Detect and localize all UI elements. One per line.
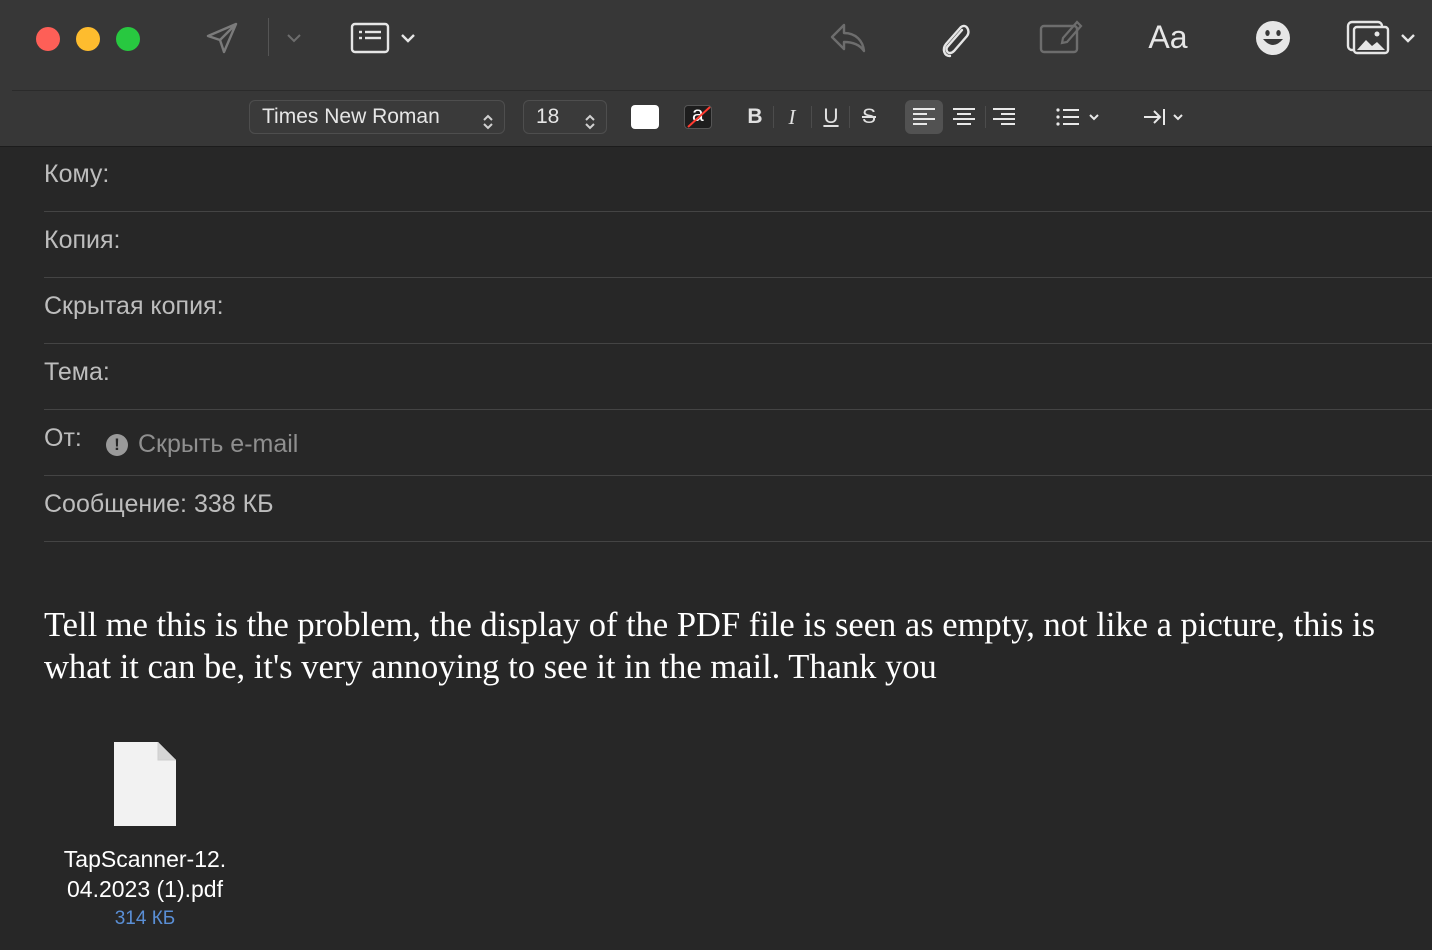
exclamation-icon: ! — [106, 433, 128, 456]
up-down-arrows-icon — [482, 109, 494, 141]
indent-icon[interactable] — [1141, 104, 1169, 130]
markup-icon[interactable] — [1038, 16, 1084, 58]
photo-browser-icon[interactable] — [1344, 16, 1392, 58]
message-body-text[interactable]: Tell me this is the problem, the display… — [44, 604, 1414, 688]
header-fields-chevron-icon[interactable] — [398, 28, 418, 48]
close-window-button[interactable] — [36, 27, 60, 51]
list-icon[interactable] — [1053, 104, 1083, 130]
align-right-icon[interactable] — [991, 104, 1017, 130]
subject-label: Тема: — [44, 358, 110, 386]
underline-button[interactable]: U — [818, 102, 844, 132]
send-icon[interactable] — [202, 18, 242, 58]
no-color-slash-icon — [687, 106, 711, 128]
format-divider — [985, 106, 986, 128]
attachment-filename-text: TapScanner-12.04.2023 (1).pdf — [63, 846, 227, 902]
to-label: Кому: — [44, 160, 110, 188]
attach-paperclip-icon[interactable] — [934, 16, 974, 60]
align-left-icon[interactable] — [911, 104, 937, 130]
toolbar-divider-line — [12, 90, 1432, 91]
send-options-chevron-icon[interactable] — [284, 28, 304, 48]
highlight-color-swatch[interactable]: a — [684, 103, 712, 129]
list-chevron-icon[interactable] — [1087, 110, 1101, 124]
from-field-row: От: ! Скрыть e-mail — [44, 410, 1432, 476]
toolbar-divider — [268, 18, 269, 56]
reply-icon[interactable] — [826, 18, 870, 58]
cc-field-row[interactable]: Копия: — [44, 212, 1432, 278]
align-center-icon[interactable] — [951, 104, 977, 130]
minimize-window-button[interactable] — [76, 27, 100, 51]
text-color-swatch[interactable] — [631, 105, 659, 129]
message-size-label: Сообщение: 338 КБ — [44, 490, 274, 518]
subject-field-row[interactable]: Тема: — [44, 344, 1432, 410]
cc-label: Копия: — [44, 226, 121, 254]
to-field-row[interactable]: Кому: — [44, 146, 1432, 212]
font-family-value: Times New Roman — [262, 105, 440, 128]
document-icon — [112, 740, 178, 833]
attachment-size: 314 КБ — [114, 908, 176, 929]
font-size-value: 18 — [536, 105, 560, 128]
indent-chevron-icon[interactable] — [1171, 110, 1185, 124]
format-divider — [811, 106, 812, 128]
bcc-field-row[interactable]: Скрытая копия: — [44, 278, 1432, 344]
font-size-select[interactable]: 18 — [523, 100, 607, 134]
header-fields-icon[interactable] — [349, 20, 391, 56]
from-selector[interactable]: ! Скрыть e-mail — [106, 430, 298, 459]
message-size-row: Сообщение: 338 КБ — [44, 476, 1432, 542]
fonts-button[interactable]: Aa — [1142, 16, 1194, 58]
italic-button[interactable]: I — [779, 102, 805, 132]
format-divider — [773, 106, 774, 128]
window-toolbar: Aa Times New Roman 18 a B I U S — [0, 0, 1432, 147]
from-value-text: Скрыть e-mail — [138, 430, 299, 458]
bold-button[interactable]: B — [742, 102, 768, 132]
font-family-select[interactable]: Times New Roman — [249, 100, 505, 134]
emoji-icon[interactable] — [1252, 17, 1294, 59]
format-divider — [849, 106, 850, 128]
photo-browser-chevron-icon[interactable] — [1398, 28, 1418, 48]
strikethrough-button[interactable]: S — [856, 102, 882, 132]
attachment-filename: TapScanner-12.04.2023 (1).pdf — [50, 844, 240, 904]
from-label: От: — [44, 424, 82, 452]
zoom-window-button[interactable] — [116, 27, 140, 51]
up-down-arrows-icon — [584, 109, 596, 141]
bcc-label: Скрытая копия: — [44, 292, 224, 320]
